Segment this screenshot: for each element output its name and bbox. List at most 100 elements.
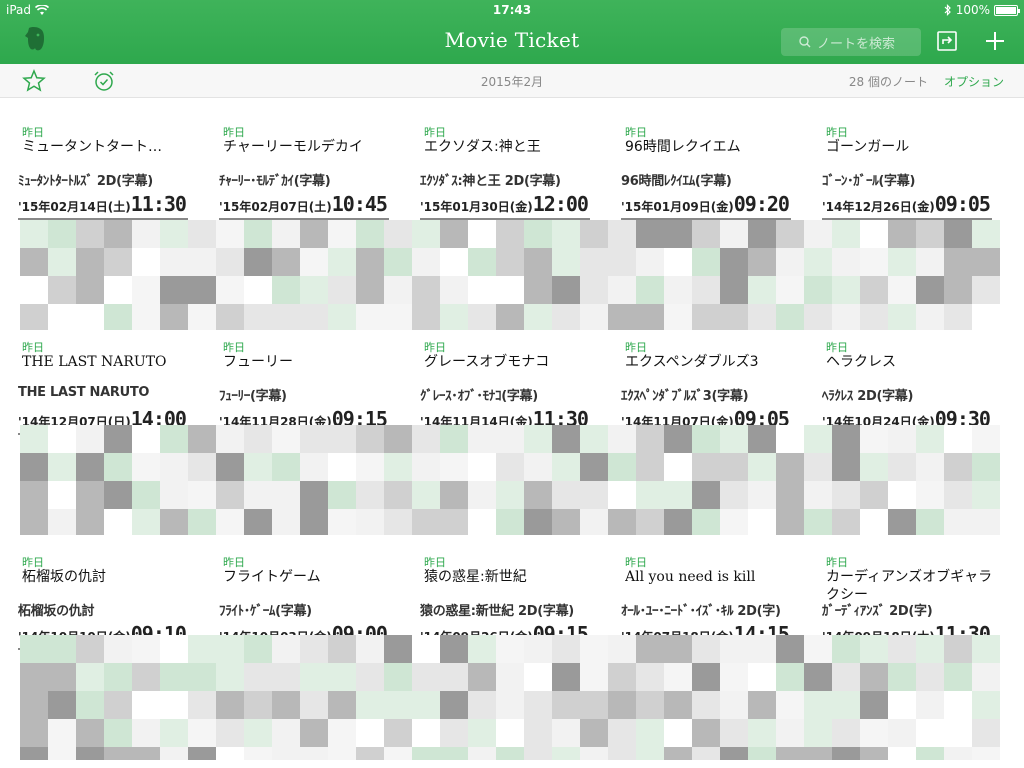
search-input[interactable]: ノートを検索 xyxy=(781,28,921,56)
mosaic-tile xyxy=(692,635,720,663)
mosaic-tile xyxy=(300,747,328,760)
mosaic-tile xyxy=(944,719,972,747)
mosaic-tile xyxy=(468,719,496,747)
mosaic-tile xyxy=(664,719,692,747)
mosaic-tile xyxy=(860,635,888,663)
new-note-plus-icon[interactable] xyxy=(984,30,1006,52)
mosaic-tile xyxy=(300,635,328,663)
mosaic-tile xyxy=(468,509,496,535)
mosaic-tile xyxy=(748,509,776,535)
mosaic-tile xyxy=(160,276,188,304)
mosaic-tile xyxy=(496,509,524,535)
mosaic-tile xyxy=(216,276,244,304)
search-icon xyxy=(799,36,811,48)
mosaic-tile xyxy=(356,248,384,276)
mosaic-tile xyxy=(580,276,608,304)
mosaic-tile xyxy=(916,691,944,719)
mosaic-tile xyxy=(636,509,664,535)
mosaic-tile xyxy=(132,220,160,248)
mosaic-tile xyxy=(524,663,552,691)
mosaic-tile xyxy=(636,663,664,691)
mosaic-tile xyxy=(244,425,272,453)
mosaic-tile xyxy=(860,304,888,330)
mosaic-tile xyxy=(468,304,496,330)
mosaic-tile xyxy=(832,276,860,304)
mosaic-tile xyxy=(244,481,272,509)
mosaic-tile xyxy=(440,276,468,304)
mosaic-tile xyxy=(496,481,524,509)
mosaic-tile xyxy=(468,276,496,304)
mosaic-tile xyxy=(916,304,944,330)
mosaic-tile xyxy=(356,635,384,663)
mosaic-tile xyxy=(552,663,580,691)
ticket-movie-line: ｴｸｽﾍﾟﾝﾀﾞﾌﾞﾙｽﾞ3(字幕) xyxy=(621,389,749,404)
mosaic-tile xyxy=(104,691,132,719)
mosaic-tile xyxy=(608,509,636,535)
mosaic-tile xyxy=(608,481,636,509)
note-title: エクソダス:神と王 xyxy=(424,139,541,155)
mosaic-tile xyxy=(244,635,272,663)
mosaic-tile xyxy=(384,663,412,691)
mosaic-tile xyxy=(440,747,468,760)
mosaic-tile xyxy=(104,425,132,453)
mosaic-tile xyxy=(720,481,748,509)
mosaic-tile xyxy=(804,276,832,304)
mosaic-tile xyxy=(636,425,664,453)
mosaic-tile xyxy=(20,276,48,304)
mosaic-tile xyxy=(20,304,48,330)
mosaic-tile xyxy=(244,453,272,481)
options-button[interactable]: オプション xyxy=(944,73,1004,90)
mosaic-tile xyxy=(944,509,972,535)
note-title: 猿の惑星:新世紀 xyxy=(424,569,527,585)
mosaic-tile xyxy=(748,747,776,760)
mosaic-tile xyxy=(76,509,104,535)
ticket-date: '14年12月26日(金) xyxy=(822,200,935,214)
mosaic-tile xyxy=(972,509,1000,535)
mosaic-tile xyxy=(832,481,860,509)
mosaic-tile xyxy=(216,635,244,663)
mosaic-tile xyxy=(328,509,356,535)
mosaic-tile xyxy=(776,635,804,663)
mosaic-tile xyxy=(944,747,972,760)
mosaic-tile xyxy=(272,220,300,248)
mosaic-tile xyxy=(412,304,440,330)
mosaic-tile xyxy=(132,747,160,760)
mosaic-tile xyxy=(608,663,636,691)
mosaic-tile xyxy=(216,248,244,276)
mosaic-tile xyxy=(524,509,552,535)
ticket-movie-line: ｵｰﾙ･ﾕｰ･ﾆｰﾄﾞ･ｲｽﾞ･ｷﾙ 2D(字) xyxy=(621,604,781,619)
mosaic-tile xyxy=(384,304,412,330)
mosaic-tile xyxy=(804,719,832,747)
share-icon[interactable] xyxy=(936,30,958,52)
mosaic-tile xyxy=(132,635,160,663)
mosaic-tile xyxy=(888,276,916,304)
mosaic-tile xyxy=(552,747,580,760)
mosaic-tile xyxy=(552,719,580,747)
mosaic-tile xyxy=(20,691,48,719)
mosaic-tile xyxy=(272,425,300,453)
mosaic-tile xyxy=(552,509,580,535)
mosaic-tile xyxy=(552,691,580,719)
mosaic-tile xyxy=(580,635,608,663)
mosaic-tile xyxy=(412,481,440,509)
mosaic-tile xyxy=(944,481,972,509)
mosaic-tile xyxy=(412,635,440,663)
mosaic-tile xyxy=(552,481,580,509)
mosaic-tile xyxy=(132,481,160,509)
mosaic-tile xyxy=(104,276,132,304)
mosaic-tile xyxy=(692,509,720,535)
mosaic-tile xyxy=(720,719,748,747)
mosaic-tile xyxy=(608,635,636,663)
mosaic-tile xyxy=(692,691,720,719)
mosaic-tile xyxy=(216,663,244,691)
mosaic-tile xyxy=(468,663,496,691)
mosaic-tile xyxy=(916,248,944,276)
mosaic-tile xyxy=(944,453,972,481)
mosaic-tile xyxy=(748,663,776,691)
mosaic-tile xyxy=(356,691,384,719)
mosaic-tile xyxy=(356,481,384,509)
mosaic-tile xyxy=(132,453,160,481)
mosaic-tile xyxy=(608,248,636,276)
mosaic-tile xyxy=(48,481,76,509)
mosaic-tile xyxy=(496,304,524,330)
